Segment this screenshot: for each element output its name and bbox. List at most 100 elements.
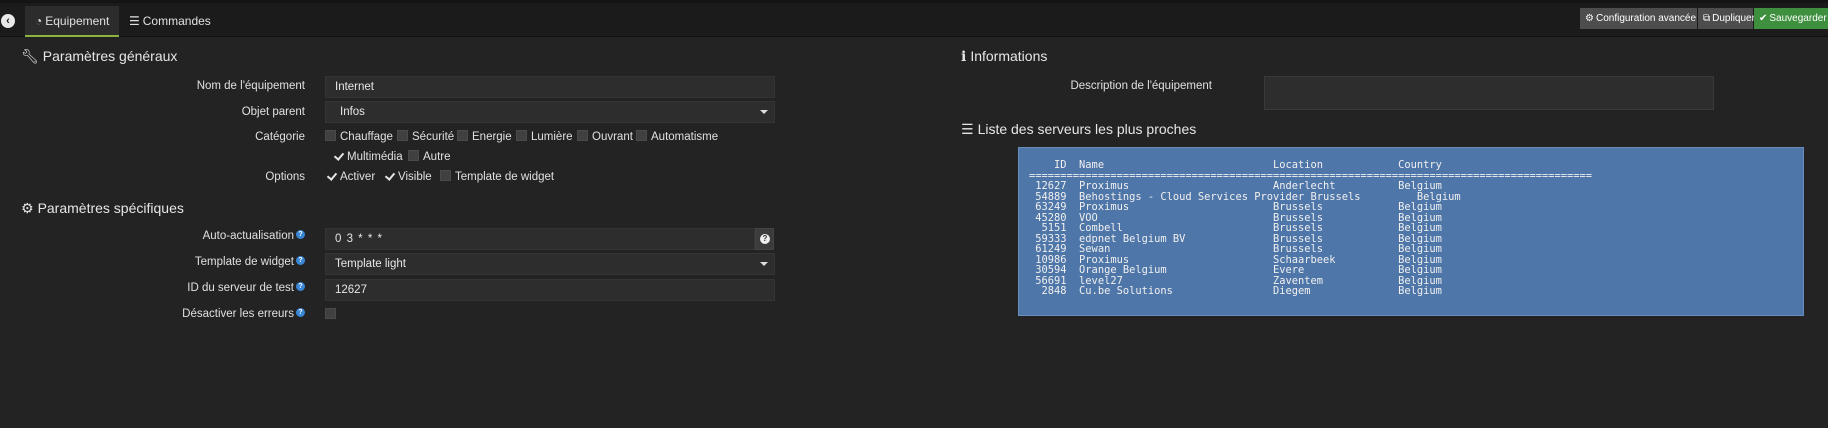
description-textarea[interactable] bbox=[1264, 76, 1714, 110]
server-row: 2848 Cu.be Solutions Diegem Belgium bbox=[1029, 285, 1442, 297]
server-list-text: ID Name Location Country ================… bbox=[1029, 160, 1592, 297]
help-icon[interactable]: ? bbox=[296, 308, 305, 317]
tab-commandes[interactable]: ☰ Commandes bbox=[119, 6, 221, 37]
widget-template-label: Template de widget? bbox=[195, 256, 305, 268]
server-table-header: ID Name Location Country bbox=[1029, 159, 1442, 171]
specific-section-title: ⚙ Paramètres spécifiques bbox=[21, 200, 184, 217]
general-section-title: 🔧︎ Paramètres généraux bbox=[21, 48, 177, 65]
save-button[interactable]: ✔ Sauvegarder bbox=[1754, 8, 1828, 29]
options-label: Options bbox=[265, 171, 305, 183]
category-multimedia-checkbox[interactable]: Multimédia bbox=[332, 150, 403, 164]
parent-object-label: Objet parent bbox=[241, 106, 305, 118]
category-securite-checkbox[interactable]: Sécurité bbox=[397, 130, 454, 144]
option-template-widget-checkbox[interactable]: Template de widget bbox=[440, 170, 554, 184]
server-row: 63249 Proximus Brussels Belgium bbox=[1029, 201, 1442, 213]
autorefresh-label: Auto-actualisation? bbox=[203, 230, 305, 242]
option-visible-checkbox[interactable]: Visible bbox=[383, 170, 432, 184]
category-chauffage-checkbox[interactable]: Chauffage bbox=[325, 130, 393, 144]
info-section-title: i Informations bbox=[961, 48, 1047, 65]
disable-errors-checkbox[interactable] bbox=[325, 308, 340, 322]
duplicate-button[interactable]: ⧉ Dupliquer bbox=[1698, 8, 1755, 29]
tab-bar: ‹ ◔ Equipement ☰ Commandes ⚙ Configuration … bbox=[0, 3, 1828, 37]
cron-help-button[interactable]: ? bbox=[755, 228, 774, 250]
checkbox-box bbox=[397, 130, 408, 141]
server-list-panel: ID Name Location Country ================… bbox=[1018, 147, 1804, 316]
autorefresh-input[interactable]: 0 3 * * * bbox=[325, 228, 755, 250]
checkbox-box bbox=[440, 170, 451, 181]
advanced-config-label: Configuration avancée bbox=[1595, 13, 1697, 24]
info-title: Informations bbox=[970, 48, 1048, 64]
advanced-config-button[interactable]: ⚙ Configuration avancée bbox=[1580, 8, 1697, 29]
category-automatisme-checkbox[interactable]: Automatisme bbox=[636, 130, 718, 144]
checkbox-box bbox=[325, 308, 336, 319]
checkbox-label: Automatisme bbox=[651, 131, 719, 143]
back-arrow-icon[interactable]: ‹ bbox=[1, 14, 15, 28]
checkbox-box bbox=[325, 170, 336, 181]
description-label: Description de l'équipement bbox=[1070, 80, 1212, 92]
checkbox-box bbox=[332, 150, 343, 161]
equipment-name-input[interactable]: Internet bbox=[325, 76, 775, 98]
cogs-icon: ⚙ bbox=[1585, 13, 1594, 24]
category-autre-checkbox[interactable]: Autre bbox=[408, 150, 451, 164]
tab-label: Commandes bbox=[142, 14, 211, 28]
checkbox-box bbox=[636, 130, 647, 141]
checkbox-box bbox=[577, 130, 588, 141]
check-circle-icon: ✔ bbox=[1759, 13, 1768, 24]
save-label: Sauvegarder bbox=[1769, 13, 1827, 24]
server-row: 12627 Proximus Anderlecht Belgium bbox=[1029, 180, 1442, 192]
info-icon: i bbox=[961, 49, 967, 65]
checkbox-box bbox=[516, 130, 527, 141]
widget-template-label-text: Template de widget bbox=[194, 256, 294, 268]
dashboard-icon: ◔ bbox=[35, 14, 43, 28]
checkbox-label: Multimédia bbox=[347, 151, 403, 163]
checkbox-box bbox=[457, 130, 468, 141]
servers-section-title: ☰ Liste des serveurs les plus proches bbox=[961, 121, 1196, 138]
category-energie-checkbox[interactable]: Energie bbox=[457, 130, 512, 144]
server-row: 30594 Orange Belgium Evere Belgium bbox=[1029, 264, 1442, 276]
server-id-label: ID du serveur de test? bbox=[187, 282, 305, 294]
cogs-icon: ⚙ bbox=[21, 200, 34, 216]
duplicate-label: Dupliquer bbox=[1712, 13, 1755, 24]
server-id-label-text: ID du serveur de test bbox=[187, 282, 294, 294]
chevron-down-icon bbox=[760, 110, 768, 114]
help-icon[interactable]: ? bbox=[296, 230, 305, 239]
tab-equipement[interactable]: ◔ Equipement bbox=[25, 6, 120, 37]
server-row: 5151 Combell Brussels Belgium bbox=[1029, 222, 1442, 234]
general-title: Paramètres généraux bbox=[42, 48, 178, 64]
parent-object-value: Infos bbox=[340, 106, 365, 118]
category-lumiere-checkbox[interactable]: Lumière bbox=[516, 130, 573, 144]
server-icon: ☰ bbox=[961, 121, 974, 137]
checkbox-box bbox=[408, 150, 419, 161]
checkbox-box bbox=[325, 130, 336, 141]
category-label: Catégorie bbox=[255, 131, 305, 143]
category-ouvrant-checkbox[interactable]: Ouvrant bbox=[577, 130, 633, 144]
checkbox-label: Lumière bbox=[531, 131, 573, 143]
checkbox-label: Chauffage bbox=[340, 131, 393, 143]
copy-icon: ⧉ bbox=[1703, 13, 1711, 24]
checkbox-label: Sécurité bbox=[412, 131, 455, 143]
specific-title: Paramètres spécifiques bbox=[37, 200, 184, 216]
help-icon[interactable]: ? bbox=[296, 282, 305, 291]
tab-label: Equipement bbox=[45, 14, 110, 28]
parent-object-select[interactable]: Infos bbox=[325, 101, 775, 123]
wrench-icon: 🔧︎ bbox=[21, 48, 39, 64]
checkbox-label: Energie bbox=[472, 131, 512, 143]
server-row: 61249 Sewan Brussels Belgium bbox=[1029, 243, 1442, 255]
server-id-input[interactable]: 12627 bbox=[325, 279, 775, 301]
checkbox-label: Activer bbox=[340, 171, 376, 183]
equipment-name-label: Nom de l'équipement bbox=[196, 80, 305, 92]
help-icon[interactable]: ? bbox=[296, 256, 305, 265]
autorefresh-label-text: Auto-actualisation bbox=[202, 230, 294, 242]
servers-title: Liste des serveurs les plus proches bbox=[977, 121, 1197, 137]
checkbox-box bbox=[383, 170, 394, 181]
disable-errors-label-text: Désactiver les erreurs bbox=[182, 308, 294, 320]
chevron-down-icon bbox=[760, 262, 768, 266]
widget-template-select[interactable]: Template light bbox=[325, 253, 775, 275]
checkbox-label: Ouvrant bbox=[592, 131, 633, 143]
question-circle-icon: ? bbox=[760, 234, 770, 244]
checkbox-label: Template de widget bbox=[455, 171, 555, 183]
disable-errors-label: Désactiver les erreurs? bbox=[182, 308, 305, 320]
option-activer-checkbox[interactable]: Activer bbox=[325, 170, 375, 184]
checkbox-label: Visible bbox=[398, 171, 432, 183]
checkbox-label: Autre bbox=[423, 151, 451, 163]
